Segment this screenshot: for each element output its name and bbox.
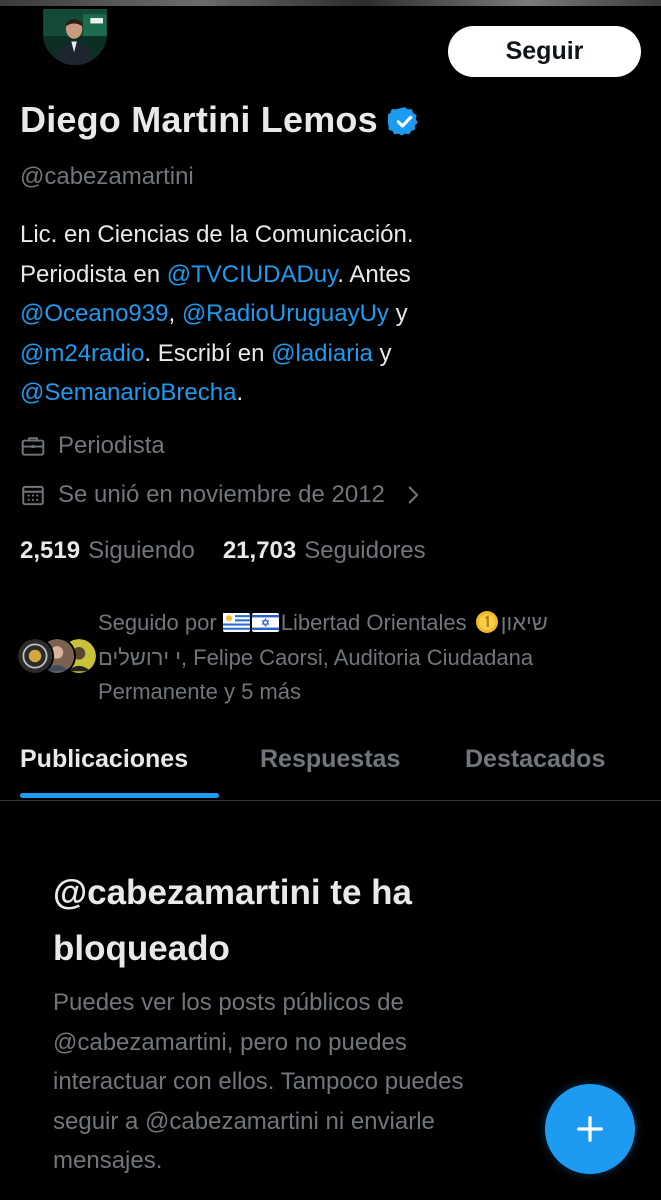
followed-by-line: Seguido por Libertad Orientales שיאון — [98, 606, 643, 641]
active-tab-indicator — [20, 793, 219, 798]
blocked-message-line: mensajes. — [53, 1147, 163, 1174]
following-count: 2,519 — [20, 537, 81, 564]
profession-text: Periodista — [58, 432, 165, 459]
bio-text: . Antes — [337, 260, 411, 288]
briefcase-icon — [21, 437, 45, 456]
bio-text: . Escribí en — [144, 339, 272, 367]
avatar-image — [43, 9, 107, 65]
plus-icon — [577, 1116, 603, 1142]
follow-button[interactable]: Seguir — [448, 26, 641, 77]
bio-text: y — [388, 300, 408, 327]
followers-you-know-avatars — [16, 637, 98, 677]
bio-text: y — [372, 339, 392, 367]
bio-line: Lic. en Ciencias de la Comunicación. — [20, 215, 640, 255]
uruguay-flag-icon — [222, 613, 250, 632]
followed-by-section[interactable]: Seguido por Libertad Orientales שיאון י … — [16, 606, 646, 710]
tab-respuestas[interactable]: Respuestas — [260, 745, 400, 774]
mention-link-ladiaria[interactable]: @ladiaria — [271, 340, 373, 367]
bio-text: , — [168, 300, 182, 327]
followed-by-text: Seguido por Libertad Orientales שיאון י … — [98, 606, 643, 710]
following-label: Siguiendo — [88, 537, 195, 564]
bio-line: @Oceano939, @RadioUruguayUy y — [20, 294, 640, 334]
followers-label: Seguidores — [304, 537, 426, 564]
compose-post-button[interactable] — [545, 1084, 635, 1174]
followers-count: 21,703 — [222, 537, 297, 564]
tab-publicaciones[interactable]: Publicaciones — [20, 745, 188, 774]
joined-text: Se unió en noviembre de 2012 — [58, 481, 385, 508]
profile-bio: Lic. en Ciencias de la Comunicación. Per… — [20, 215, 640, 413]
bio-text: Periodista en — [20, 260, 167, 288]
followed-by-prefix: Seguido por — [98, 610, 223, 635]
blocked-title: @cabezamartini te ha bloqueado — [53, 865, 613, 977]
joined-row[interactable]: Se unió en noviembre de 2012 — [20, 481, 423, 509]
blocked-title-line: bloqueado — [53, 929, 230, 968]
followed-by-name: Libertad Orientales — [280, 610, 473, 635]
profile-tabs: Publicaciones Respuestas Destacados — [0, 745, 661, 801]
blocked-message-line: @cabezamartini, pero no puedes — [53, 1028, 407, 1056]
followers-link[interactable]: 21,703 Seguidores — [223, 537, 426, 565]
profile-page: Seguir Diego Martini Lemos @cabezamartin… — [0, 0, 661, 1200]
follow-counts: 2,519 Siguiendo 21,703 Seguidores — [20, 537, 454, 565]
bio-line: Periodista en @TVCIUDADuy. Antes — [20, 255, 640, 295]
tab-destacados[interactable]: Destacados — [465, 745, 605, 774]
followed-by-name-rtl: שיאון — [500, 610, 548, 635]
blocked-message-line: seguir a @cabezamartini ni enviarle — [53, 1107, 435, 1135]
mention-link-m24radio[interactable]: @m24radio — [20, 340, 144, 367]
follower-avatar — [16, 637, 54, 675]
followed-by-line: Permanente y 5 más — [98, 679, 301, 704]
bio-text: . — [236, 379, 244, 406]
chevron-right-icon[interactable] — [403, 485, 423, 505]
bio-line: @SemanarioBrecha. — [20, 373, 640, 413]
profile-avatar[interactable] — [40, 6, 110, 68]
bio-text: Lic. en Ciencias de la Comunicación. — [20, 221, 414, 248]
verified-badge-icon[interactable] — [387, 105, 421, 138]
name-row: Diego Martini Lemos — [20, 99, 421, 141]
mention-link-oceano939[interactable]: @Oceano939 — [20, 300, 168, 327]
coin-emoji-icon — [475, 611, 498, 633]
mention-link-semanariobrecha[interactable]: @SemanarioBrecha — [20, 379, 236, 406]
blocked-message-line: interactuar con ellos. Tampoco puedes — [53, 1068, 464, 1095]
bio-line: @m24radio. Escribí en @ladiaria y — [20, 334, 640, 374]
profile-handle: @cabezamartini — [20, 163, 194, 190]
blocked-message: Puedes ver los posts públicos de @cabeza… — [53, 983, 613, 1181]
mention-link-radiouruguayuy[interactable]: @RadioUruguayUy — [182, 300, 389, 327]
followed-by-line: י ירושלים, Felipe Caorsi, Auditoria Ciud… — [98, 644, 534, 670]
israel-flag-icon — [251, 613, 279, 632]
display-name: Diego Martini Lemos — [20, 99, 378, 140]
blocked-title-line: @cabezamartini te ha — [53, 873, 412, 912]
following-link[interactable]: 2,519 Siguiendo — [20, 537, 195, 565]
mention-link-tvciudaduy[interactable]: @TVCIUDADuy — [167, 261, 338, 288]
profession-row: Periodista — [20, 432, 165, 460]
calendar-icon — [22, 485, 44, 506]
blocked-message-line: Puedes ver los posts públicos de — [53, 989, 404, 1016]
